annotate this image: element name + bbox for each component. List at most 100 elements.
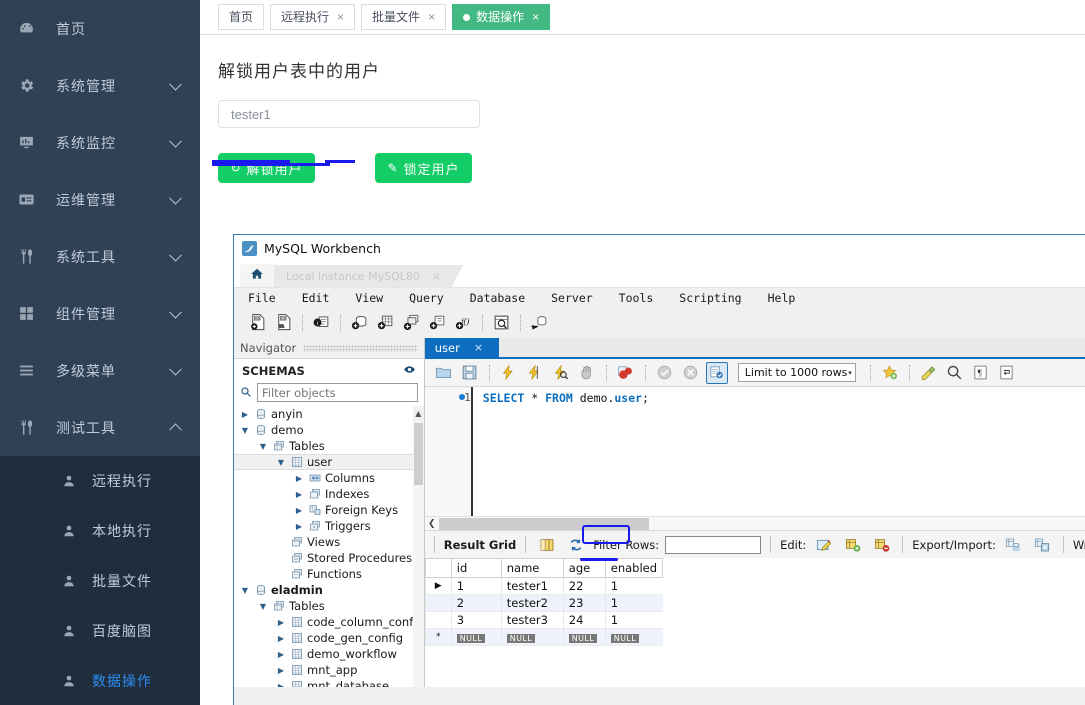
scroll-left-icon[interactable]: ❮ — [425, 519, 439, 529]
wrap-long-lines-icon[interactable] — [996, 362, 1018, 384]
tree-node[interactable]: ▼ demo — [234, 422, 424, 438]
autocommit-icon[interactable] — [705, 361, 728, 384]
rollback-icon[interactable] — [680, 362, 702, 384]
tree-node[interactable]: ▶ Triggers — [234, 518, 424, 534]
edit-cell-icon[interactable] — [812, 533, 835, 556]
tree-node[interactable]: Views — [234, 534, 424, 550]
expand-arrow-closed-icon[interactable]: ▶ — [276, 650, 286, 659]
commit-icon[interactable] — [654, 362, 676, 384]
tree-node[interactable]: ▼ Tables — [234, 438, 424, 454]
hscrollbar-thumb[interactable] — [438, 517, 649, 530]
search-table-data-icon[interactable] — [490, 311, 513, 334]
row-marker-cell[interactable]: * — [424, 628, 452, 646]
cell-age[interactable]: 24 — [562, 611, 606, 629]
drag-grip-icon[interactable] — [303, 344, 418, 352]
tree-node[interactable]: ▼ user — [234, 454, 424, 470]
cell-age[interactable]: 22 — [562, 577, 606, 595]
save-script-icon[interactable] — [459, 362, 481, 384]
cell-age[interactable]: NULL — [562, 628, 606, 646]
expand-arrow-open-icon[interactable]: ▼ — [240, 426, 250, 435]
cell-id[interactable]: 2 — [450, 594, 502, 612]
table-row[interactable]: * NULL NULL NULL NULL — [424, 628, 663, 646]
sidebar-item-home[interactable]: 首页 — [0, 0, 200, 57]
sql-code[interactable]: SELECT * FROM demo.user; — [470, 387, 1085, 516]
tree-node[interactable]: Stored Procedures — [234, 550, 424, 566]
reconnect-icon[interactable] — [528, 311, 551, 334]
expand-arrow-closed-icon[interactable]: ▶ — [294, 506, 304, 515]
expand-arrow-closed-icon[interactable]: ▶ — [276, 666, 286, 675]
sidebar-item-test-tools[interactable]: 测试工具 — [0, 399, 200, 456]
open-script-icon[interactable] — [433, 362, 455, 384]
cell-id[interactable]: 3 — [450, 611, 502, 629]
cell-age[interactable]: 23 — [562, 594, 606, 612]
new-table-icon[interactable] — [374, 311, 397, 334]
open-sql-file-icon[interactable]: SQL — [272, 311, 295, 334]
new-procedure-icon[interactable] — [426, 311, 449, 334]
tree-node[interactable]: ▶ code_gen_config — [234, 630, 424, 646]
refresh-rows-icon[interactable] — [564, 533, 587, 556]
scrollbar-thumb[interactable] — [413, 423, 423, 485]
connection-info-icon[interactable]: i — [310, 311, 333, 334]
menu-server[interactable]: Server — [551, 291, 593, 305]
tree-node[interactable]: ▼ eladmin — [234, 582, 424, 598]
username-input[interactable] — [218, 100, 480, 128]
menu-scripting[interactable]: Scripting — [679, 291, 741, 305]
lock-user-button[interactable]: ✎ 锁定用户 — [375, 153, 472, 183]
execute-icon[interactable] — [498, 362, 520, 384]
row-marker-cell[interactable]: ▶ — [424, 577, 452, 595]
tree-node[interactable]: ▶ mnt_app — [234, 662, 424, 678]
sidebar-item-system-tools[interactable]: 系统工具 — [0, 228, 200, 285]
show-invisible-chars-icon[interactable]: ¶ — [970, 362, 992, 384]
cell-enabled[interactable]: 1 — [604, 577, 663, 595]
close-icon[interactable]: × — [474, 341, 483, 354]
expand-arrow-closed-icon[interactable]: ▶ — [294, 474, 304, 483]
menu-view[interactable]: View — [355, 291, 383, 305]
menu-query[interactable]: Query — [409, 291, 444, 305]
table-row[interactable]: 3 tester3 24 1 — [424, 611, 663, 629]
stop-execution-icon[interactable] — [576, 362, 598, 384]
table-row[interactable]: ▶ 1 tester1 22 1 — [424, 577, 663, 595]
new-sql-file-icon[interactable]: SQL — [246, 311, 269, 334]
tree-node[interactable]: ▶ Foreign Keys — [234, 502, 424, 518]
tab-batch-files[interactable]: 批量文件 × — [361, 4, 447, 30]
cell-name[interactable]: tester1 — [500, 577, 564, 595]
tree-node[interactable]: ▶ Indexes — [234, 486, 424, 502]
sidebar-item-system-monitor[interactable]: 系统监控 — [0, 114, 200, 171]
column-header-id[interactable]: id — [450, 558, 502, 578]
menu-database[interactable]: Database — [470, 291, 525, 305]
menu-tools[interactable]: Tools — [619, 291, 654, 305]
expand-arrow-open-icon[interactable]: ▼ — [258, 442, 268, 451]
row-limit-select[interactable]: Limit to 1000 rows ▾ — [737, 363, 856, 382]
execute-current-statement-icon[interactable] — [524, 362, 546, 384]
unlock-user-button[interactable]: ↻ 解锁用户 — [218, 153, 315, 183]
menu-help[interactable]: Help — [768, 291, 796, 305]
tree-node[interactable]: ▼ Tables — [234, 598, 424, 614]
row-marker-cell[interactable] — [424, 611, 452, 629]
beautify-sql-icon[interactable] — [879, 362, 901, 384]
tree-node[interactable]: ▶ mnt_database — [234, 678, 424, 687]
tree-node[interactable]: ▶ anyin — [234, 406, 424, 422]
new-function-icon[interactable]: f() — [452, 311, 475, 334]
sidebar-item-multilevel-menu[interactable]: 多级菜单 — [0, 342, 200, 399]
tree-node[interactable]: ▶ demo_workflow — [234, 646, 424, 662]
cell-id[interactable]: 1 — [450, 577, 502, 595]
tab-remote-exec[interactable]: 远程执行 × — [270, 4, 356, 30]
import-recordset-icon[interactable] — [1031, 533, 1054, 556]
cell-name[interactable]: NULL — [500, 628, 564, 646]
menu-edit[interactable]: Edit — [302, 291, 330, 305]
tree-node[interactable]: Functions — [234, 566, 424, 582]
expand-arrow-closed-icon[interactable]: ▶ — [276, 682, 286, 688]
expand-arrow-open-icon[interactable]: ▼ — [276, 458, 286, 467]
sidebar-item-data-operation[interactable]: 数据操作 — [0, 656, 200, 705]
expand-arrow-closed-icon[interactable]: ▶ — [276, 618, 286, 627]
sql-editor[interactable]: 1 SELECT * FROM demo.user; — [424, 387, 1085, 516]
expand-arrow-closed-icon[interactable]: ▶ — [294, 522, 304, 531]
cell-name[interactable]: tester2 — [500, 594, 564, 612]
delete-row-icon[interactable] — [870, 533, 893, 556]
refresh-schemas-icon[interactable] — [403, 363, 416, 379]
result-grid[interactable]: id name age enabled ▶ 1 tester1 22 1 2 tester2… — [424, 558, 1085, 687]
row-marker-cell[interactable] — [424, 594, 452, 612]
cell-enabled[interactable]: 1 — [604, 594, 663, 612]
close-icon[interactable]: × — [428, 5, 435, 29]
find-icon[interactable] — [944, 362, 966, 384]
